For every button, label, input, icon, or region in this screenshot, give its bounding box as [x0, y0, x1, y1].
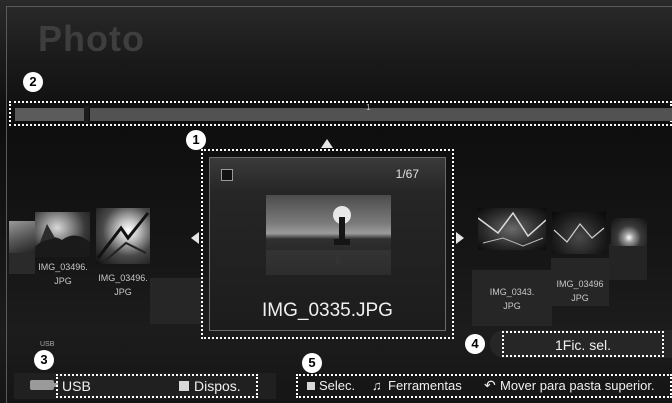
help-tools[interactable]: Ferramentas [388, 378, 462, 393]
thumbnail-image[interactable] [478, 208, 546, 250]
left-border [6, 6, 7, 403]
thumbnail-caption: IMG_0343. JPG [489, 287, 535, 311]
callout-4: 4 [465, 334, 485, 354]
selected-photo-frame[interactable]: 1/67 IMG_0335.JPG [201, 149, 454, 339]
next-arrow-icon[interactable] [456, 232, 464, 244]
photo-browser-screen: Photo 2 1 1 IMG_03496. JPG IMG_03496. JPG … [0, 0, 672, 403]
timeline-position-marker[interactable] [84, 106, 89, 123]
device-label-small: USB [40, 341, 55, 348]
photo-filename: IMG_0335.JPG [262, 300, 393, 321]
tools-icon: ♫ [372, 378, 382, 393]
device-selector[interactable]: USB Dispos. [56, 374, 258, 398]
thumb-shadow [9, 252, 35, 274]
thumbnail-image[interactable] [552, 212, 606, 254]
button-square-icon [179, 381, 189, 391]
help-bar: Selec. ♫ Ferramentas ↶ Mover para pasta … [296, 374, 672, 398]
page-title: Photo [38, 18, 145, 59]
thumbnail-caption: IMG_03496. JPG [38, 262, 88, 286]
usb-device-icon [30, 380, 58, 390]
timeline-segment-remaining [90, 108, 672, 121]
timeline-segment-past [15, 108, 85, 121]
thumbnail-caption: IMG_03496 JPG [556, 279, 604, 303]
timeline-marker-label: 1 [366, 103, 371, 112]
return-icon: ↶ [484, 377, 496, 393]
device-name: USB [62, 378, 91, 394]
thumb-shadow [150, 278, 202, 324]
thumbnail-partial-left[interactable] [9, 221, 35, 253]
device-action: Dispos. [194, 378, 241, 394]
help-select[interactable]: Selec. [319, 378, 355, 393]
photo-preview [266, 195, 391, 275]
top-border [7, 6, 672, 7]
scroll-up-arrow-icon[interactable] [321, 139, 333, 148]
callout-1: 1 [186, 130, 206, 150]
thumbnail-image[interactable] [35, 212, 90, 257]
thumbnail-partial-right[interactable] [611, 218, 647, 246]
thumbnail-image[interactable] [96, 208, 150, 264]
callout-2: 2 [23, 72, 43, 92]
timeline-bar[interactable]: 1 [9, 101, 672, 126]
help-parent-folder[interactable]: Mover para pasta superior. [500, 378, 655, 393]
select-checkbox-icon[interactable] [221, 169, 233, 181]
selected-files-count: 1Fic. sel. [502, 331, 664, 357]
select-button-icon [307, 382, 315, 390]
callout-5: 5 [302, 353, 322, 373]
callout-3: 3 [34, 350, 54, 370]
photo-counter: 1/67 [395, 167, 419, 181]
previous-arrow-icon[interactable] [191, 232, 199, 244]
thumb-shadow [609, 244, 647, 280]
selected-photo-panel: 1/67 IMG_0335.JPG [209, 157, 446, 331]
thumbnail-caption: IMG_03496. JPG [98, 273, 148, 297]
